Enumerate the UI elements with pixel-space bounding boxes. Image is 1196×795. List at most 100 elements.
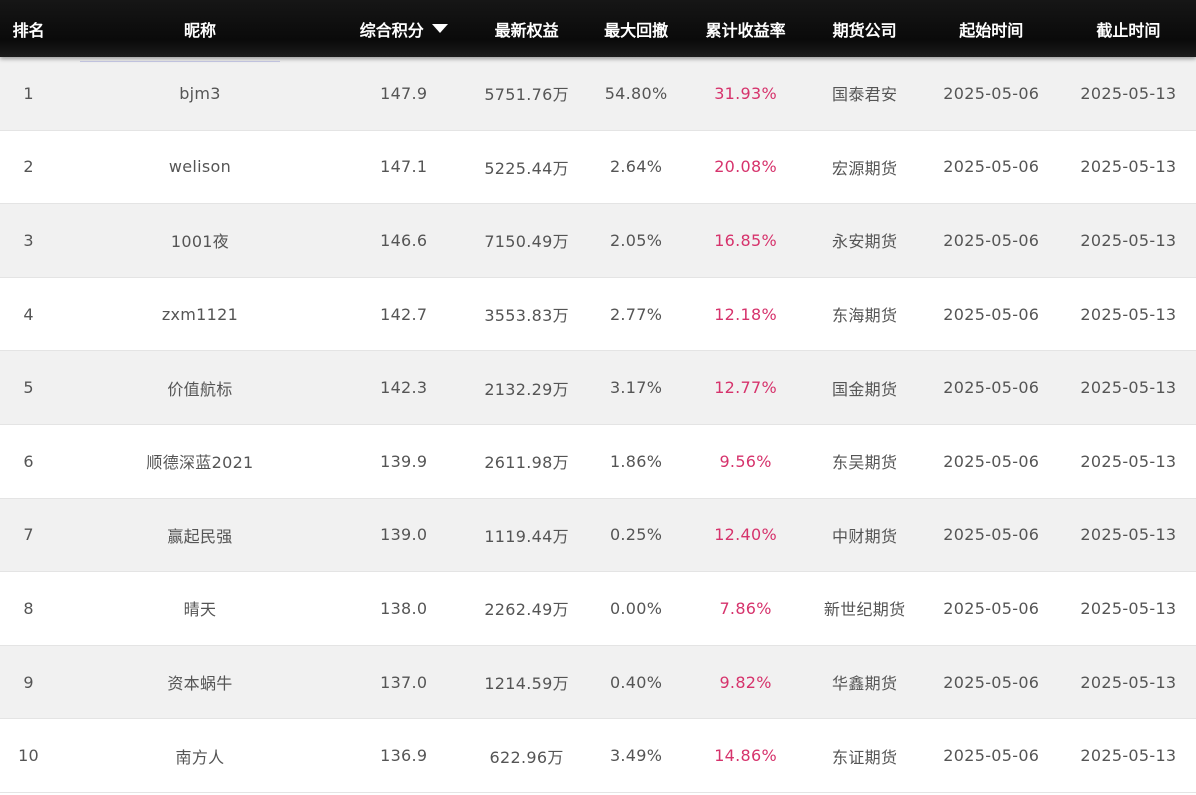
table-row[interactable]: 10 南方人 136.9 622.96万 3.49% 14.86% 东证期货 2025-05-…: [0, 719, 1196, 793]
drawdown-cell: 0.25%: [609, 525, 663, 545]
score-cell: 137.0: [380, 672, 428, 692]
caret-down-icon: [431, 24, 448, 33]
end-time-cell: 2025-05-13: [1080, 83, 1177, 103]
equity-cell: 5751.76万: [484, 85, 569, 105]
nickname-cell[interactable]: 1001夜: [57, 204, 343, 277]
end-time-cell: 2025-05-13: [1080, 378, 1177, 398]
start-time-cell: 2025-05-06: [943, 83, 1040, 103]
start-time-cell: 2025-05-06: [943, 451, 1040, 471]
broker-cell: 宏源期货: [832, 158, 898, 178]
drawdown-cell: 54.80%: [604, 83, 668, 103]
table-row[interactable]: 4 zxm1121 142.7 3553.83万 2.77% 12.18% 东海期货 2025…: [0, 277, 1196, 352]
return-rate-cell: 12.40%: [714, 525, 778, 545]
header-drawdown[interactable]: 最大回撤: [589, 0, 684, 57]
nickname-cell[interactable]: 资本蜗牛: [57, 646, 343, 719]
start-time-cell: 2025-05-06: [943, 378, 1040, 398]
header-score-label: 综合积分: [359, 20, 424, 40]
nickname-cell[interactable]: 价值航标: [57, 351, 343, 424]
equity-cell: 622.96万: [489, 747, 564, 767]
equity-cell: 3553.83万: [484, 306, 569, 326]
table-row[interactable]: 6 顺德深蓝2021 139.9 2611.98万 1.86% 9.56% 东吴期货 2025…: [0, 424, 1196, 499]
rank-cell: 4: [23, 304, 34, 324]
start-time-cell: 2025-05-06: [943, 672, 1040, 692]
nickname-cell[interactable]: 晴天: [57, 572, 343, 645]
drawdown-cell: 2.05%: [609, 230, 663, 250]
table-row[interactable]: 5 价值航标 142.3 2132.29万 3.17% 12.77% 国金期货 2025-05…: [0, 351, 1196, 425]
table-row[interactable]: 1 bjm3 147.9 5751.76万 54.80% 31.93% 国泰君安 2025-0…: [0, 57, 1196, 131]
broker-cell: 国金期货: [832, 379, 898, 399]
table-row[interactable]: 8 晴天 138.0 2262.49万 0.00% 7.86% 新世纪期货 2025-05-0…: [0, 572, 1196, 646]
return-rate-cell: 7.86%: [719, 598, 772, 618]
end-time-cell: 2025-05-13: [1080, 304, 1177, 324]
nickname-cell[interactable]: bjm3: [57, 57, 343, 130]
drawdown-cell: 1.86%: [609, 451, 663, 471]
broker-cell: 东海期货: [832, 306, 898, 326]
broker-cell: 华鑫期货: [832, 674, 898, 694]
equity-cell: 2262.49万: [484, 600, 569, 620]
start-time-cell: 2025-05-06: [943, 598, 1040, 618]
score-cell: 138.0: [380, 598, 428, 618]
nickname-cell[interactable]: 赢起民强: [57, 499, 343, 572]
start-time-cell: 2025-05-06: [943, 230, 1040, 250]
score-cell: 142.7: [380, 304, 428, 324]
header-nickname[interactable]: 昵称: [57, 0, 343, 57]
table-header: 排名 昵称 综合积分 最新权益 最大回撤 累计收益率 期货公司 起始时间 截止时…: [0, 0, 1196, 57]
rank-cell: 5: [23, 378, 34, 398]
end-time-cell: 2025-05-13: [1080, 746, 1177, 766]
end-time-cell: 2025-05-13: [1080, 598, 1177, 618]
return-rate-cell: 9.56%: [719, 451, 772, 471]
broker-cell: 永安期货: [832, 232, 898, 252]
score-cell: 136.9: [380, 746, 428, 766]
end-time-cell: 2025-05-13: [1080, 672, 1177, 692]
score-cell: 147.1: [380, 157, 428, 177]
equity-cell: 2611.98万: [484, 453, 569, 473]
rank-cell: 3: [23, 230, 34, 250]
table-row[interactable]: 7 赢起民强 139.0 1119.44万 0.25% 12.40% 中财期货 2025-05…: [0, 498, 1196, 573]
drawdown-cell: 2.64%: [609, 157, 663, 177]
score-cell: 142.3: [380, 378, 428, 398]
header-equity[interactable]: 最新权益: [465, 0, 589, 57]
equity-cell: 1119.44万: [484, 526, 569, 546]
header-broker[interactable]: 期货公司: [808, 0, 922, 57]
header-end-time[interactable]: 截止时间: [1061, 0, 1196, 57]
end-time-cell: 2025-05-13: [1080, 525, 1177, 545]
drawdown-cell: 3.49%: [609, 746, 663, 766]
drawdown-cell: 0.00%: [609, 598, 663, 618]
return-rate-cell: 12.18%: [714, 304, 778, 324]
header-rank[interactable]: 排名: [0, 0, 57, 57]
score-cell: 139.9: [380, 451, 428, 471]
equity-cell: 5225.44万: [484, 158, 569, 178]
nickname-cell[interactable]: 南方人: [57, 719, 343, 792]
start-time-cell: 2025-05-06: [943, 525, 1040, 545]
score-cell: 139.0: [380, 525, 428, 545]
ranking-table: 排名 昵称 综合积分 最新权益 最大回撤 累计收益率 期货公司 起始时间 截止时…: [0, 0, 1196, 795]
score-cell: 147.9: [380, 83, 428, 103]
divider: [80, 61, 280, 62]
start-time-cell: 2025-05-06: [943, 304, 1040, 324]
nickname-cell[interactable]: zxm1121: [57, 278, 343, 351]
drawdown-cell: 3.17%: [609, 378, 663, 398]
table-body: 1 bjm3 147.9 5751.76万 54.80% 31.93% 国泰君安 2025-0…: [0, 57, 1196, 793]
rank-cell: 8: [23, 598, 34, 618]
return-rate-cell: 12.77%: [714, 378, 778, 398]
nickname-cell[interactable]: 顺德深蓝2021: [57, 425, 343, 498]
end-time-cell: 2025-05-13: [1080, 230, 1177, 250]
equity-cell: 2132.29万: [484, 379, 569, 399]
nickname-cell[interactable]: welison: [57, 131, 343, 204]
start-time-cell: 2025-05-06: [943, 746, 1040, 766]
return-rate-cell: 31.93%: [714, 83, 778, 103]
header-start-time[interactable]: 起始时间: [922, 0, 1061, 57]
end-time-cell: 2025-05-13: [1080, 451, 1177, 471]
table-row[interactable]: 9 资本蜗牛 137.0 1214.59万 0.40% 9.82% 华鑫期货 2025-05-…: [0, 645, 1196, 720]
broker-cell: 东证期货: [832, 747, 898, 767]
broker-cell: 新世纪期货: [823, 600, 906, 620]
equity-cell: 1214.59万: [484, 674, 569, 694]
drawdown-cell: 0.40%: [609, 672, 663, 692]
drawdown-cell: 2.77%: [609, 304, 663, 324]
return-rate-cell: 9.82%: [719, 672, 772, 692]
header-score[interactable]: 综合积分: [343, 0, 465, 57]
table-row[interactable]: 2 welison 147.1 5225.44万 2.64% 20.08% 宏源期货 2025…: [0, 130, 1196, 205]
header-return-rate[interactable]: 累计收益率: [684, 0, 808, 57]
table-row[interactable]: 3 1001夜 146.6 7150.49万 2.05% 16.85% 永安期货 2025-0…: [0, 204, 1196, 278]
broker-cell: 东吴期货: [832, 453, 898, 473]
